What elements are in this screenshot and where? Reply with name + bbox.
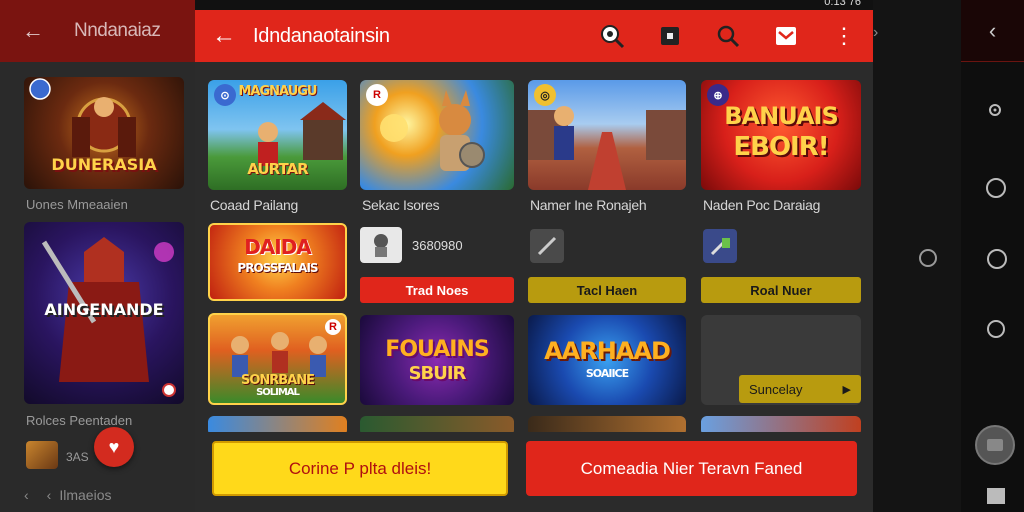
right-system-panel: ‹ <box>961 0 1024 512</box>
screen: ← Nndanaiaz DUNERASIA Uones Mmeaaien AIN… <box>0 0 1024 512</box>
more-vert-icon[interactable]: ⋮ <box>815 23 873 49</box>
game-caption-3: Namer Ine Ronajeh <box>530 197 647 213</box>
game-item-info-1[interactable]: 3680980 <box>360 227 463 263</box>
suncelay-label: Suncelay <box>749 381 803 397</box>
secondary-action-button[interactable]: Comeadia Nier Teravn Faned <box>526 441 857 496</box>
back-arrow-icon[interactable]: ← <box>22 18 44 44</box>
chevron-left-icon[interactable]: ‹ <box>47 487 52 503</box>
game-tile-8[interactable]: AARHAAD SOAIICE <box>528 315 686 405</box>
background-mini-thumbnail[interactable] <box>26 441 58 469</box>
tile-badge: R <box>366 84 388 106</box>
item-thumbnail-2[interactable] <box>530 229 564 263</box>
right-back-icon[interactable]: ‹ <box>961 0 1024 62</box>
primary-action-button[interactable]: Corine P plta dleis! <box>212 441 508 496</box>
chevron-right-icon[interactable]: › <box>873 24 878 42</box>
tile-7-banner-top: FOUAINS <box>385 337 489 362</box>
background-game-card-1[interactable]: DUNERASIA <box>24 77 184 189</box>
tile-5-banner-bottom: PROSSFALAIS <box>237 261 318 275</box>
background-card-banner-1: DUNERASIA <box>51 155 157 174</box>
character-icon <box>374 234 388 257</box>
game-caption-2: Sekac Isores <box>362 197 440 213</box>
circle-icon-3[interactable] <box>987 320 1005 338</box>
game-caption-4: Naden Poc Daraiag <box>703 197 821 213</box>
chevron-left-icon[interactable]: ‹ <box>24 487 29 503</box>
tile-badge: R <box>325 319 341 335</box>
item-thumbnail-3[interactable] <box>703 229 737 263</box>
game-tile-4[interactable]: ⊕ BANUAIS EBOIR! <box>701 80 861 190</box>
settings-icon[interactable] <box>985 100 1005 124</box>
tile-4-banner-top: BANUAIS <box>724 102 839 130</box>
app-title: Idndanaotainsin <box>253 24 390 47</box>
main-app: 0:13 76 ← Idndanaotainsin ⋮ ⊙ MAGNAUGU A… <box>195 0 873 512</box>
background-mini-label: 3AS <box>66 450 89 464</box>
search-icon[interactable] <box>583 23 641 49</box>
game-tile-2[interactable]: R <box>360 80 514 190</box>
game-tile-5[interactable]: DAIDA PROSSFALAIS <box>208 223 347 301</box>
inbox-icon[interactable] <box>757 24 815 48</box>
right-gutter: › <box>873 0 961 512</box>
heart-icon-button[interactable]: ♥ <box>94 427 134 467</box>
circle-icon-1[interactable] <box>986 178 1006 198</box>
recents-icon[interactable] <box>987 488 1005 504</box>
game-tile-9-placeholder[interactable]: Suncelay ▶ <box>701 315 861 405</box>
game-tile-3[interactable]: ◎ <box>528 80 686 190</box>
game-tile-6[interactable]: R SONRBANE SOLIMAL <box>208 313 347 405</box>
game-caption-1: Coaad Pailang <box>210 197 298 213</box>
trade-button[interactable]: Trad Noes <box>360 277 514 303</box>
tile-8-banner-top: AARHAAD <box>544 337 671 365</box>
hammer-icon <box>710 238 730 256</box>
magnifier-icon[interactable] <box>699 23 757 49</box>
app-bar: ← Idndanaotainsin ⋮ <box>195 10 873 62</box>
status-bar: 0:13 76 <box>195 0 873 10</box>
bottom-action-bar: Corine P plta dleis! Comeadia Nier Terav… <box>195 432 873 512</box>
tile-5-banner-top: DAIDA <box>244 235 312 259</box>
sword-icon <box>537 236 557 256</box>
game-tile-7[interactable]: FOUAINS SBUIR <box>360 315 514 405</box>
tile-6-banner-top: SONRBANE <box>240 373 315 388</box>
real-button[interactable]: Roal Nuer <box>701 277 861 303</box>
background-app-title: Nndanaiaz <box>74 20 161 41</box>
circle-nav-icon[interactable] <box>919 249 937 267</box>
play-icon: ▶ <box>842 383 851 396</box>
circle-icon-2[interactable] <box>987 249 1007 269</box>
item-thumbnail <box>360 227 402 263</box>
tile-1-banner-top: MAGNAUGU <box>238 84 318 99</box>
game-tile-1[interactable]: ⊙ MAGNAUGU AURTAR <box>208 80 347 190</box>
tile-4-banner-bottom: EBOIR! <box>733 132 829 162</box>
tile-1-banner-bottom: AURTAR <box>247 160 308 178</box>
tile-6-banner-bottom: SOLIMAL <box>256 387 300 398</box>
background-bottom-bar: ‹ ‹ Ilmaeios <box>0 478 195 512</box>
background-game-card-2[interactable]: AINGENANDE <box>24 222 184 404</box>
dark-tile-icon[interactable] <box>641 25 699 47</box>
tackle-button[interactable]: Tacl Haen <box>528 277 686 303</box>
background-card-caption-1: Uones Mmeaaien <box>26 197 128 212</box>
background-card-caption-2: Rolces Peentaden <box>26 413 133 428</box>
item-info-text: 3680980 <box>412 237 463 253</box>
background-app-header: ← Nndanaiaz <box>0 0 195 62</box>
tile-badge: ◎ <box>534 84 556 106</box>
background-app-panel: ← Nndanaiaz DUNERASIA Uones Mmeaaien AIN… <box>0 0 195 512</box>
suncelay-button[interactable]: Suncelay ▶ <box>739 375 861 403</box>
tile-8-banner-bottom: SOAIICE <box>585 367 629 380</box>
status-time: 0:13 76 <box>824 0 861 8</box>
background-card-banner-2: AINGENANDE <box>44 300 164 319</box>
background-bottom-label: Ilmaeios <box>59 487 112 503</box>
back-arrow-icon[interactable]: ← <box>195 22 253 50</box>
home-button-icon[interactable] <box>975 425 1015 465</box>
tile-7-banner-bottom: SBUIR <box>408 363 467 384</box>
